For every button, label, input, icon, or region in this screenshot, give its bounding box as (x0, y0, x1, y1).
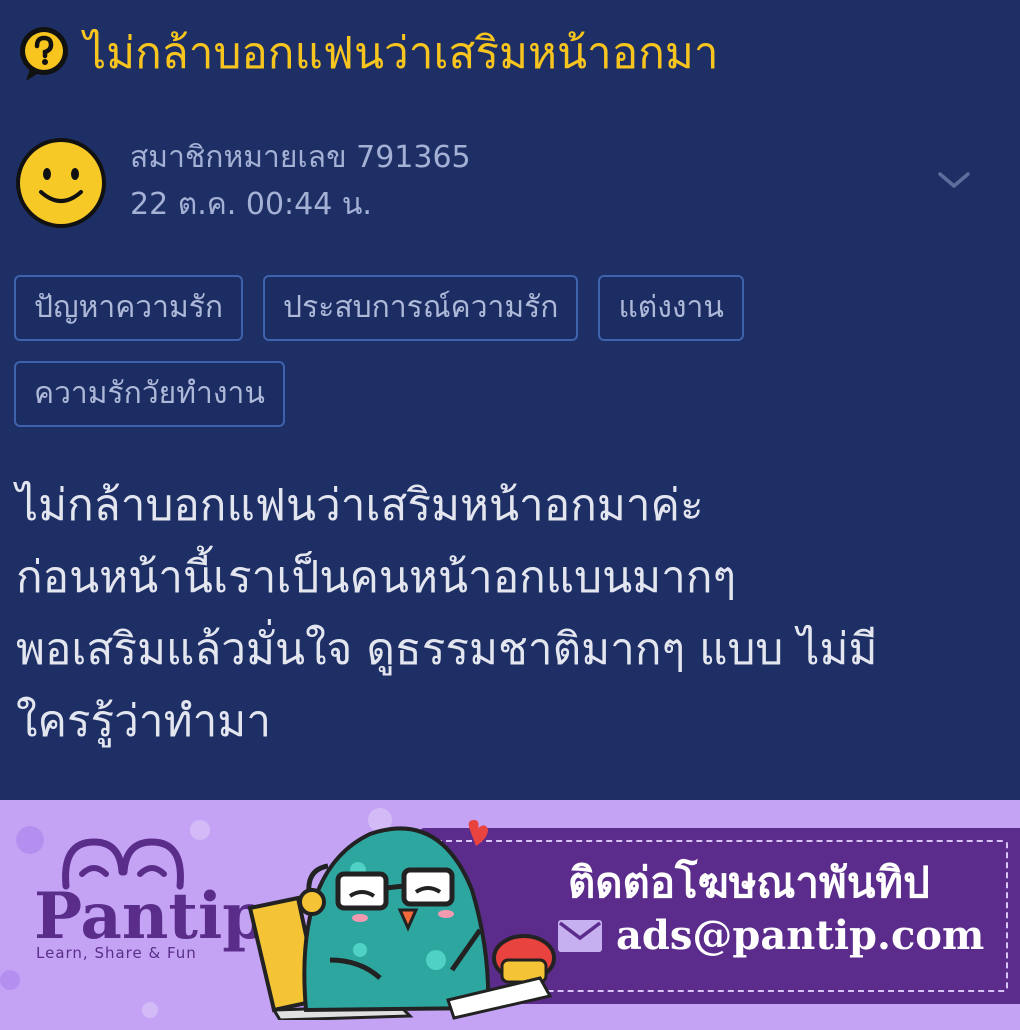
ad-email[interactable]: ads@pantip.com (616, 912, 984, 959)
tag-love-problems[interactable]: ปัญหาความรัก (14, 275, 244, 341)
pantip-logo-text: Pantip (34, 879, 268, 954)
author-name[interactable]: สมาชิกหมายเลข 791365 (130, 136, 471, 180)
pantip-logo-tagline: Learn, Share & Fun (36, 944, 197, 962)
tag-list: ปัญหาความรัก ประสบการณ์ความรัก แต่งงาน ค… (14, 275, 1004, 427)
author-row: สมาชิกหมายเลข 791365 22 ต.ค. 00:44 น. (14, 136, 1004, 230)
chevron-down-icon[interactable] (934, 164, 974, 194)
ad-contact-label: ติดต่อโฆษณาพันทิป (568, 858, 930, 907)
body-line: พอเสริมแล้วมั่นใจ ดูธรรมชาติมากๆ แบบ ไม่… (16, 624, 878, 675)
ad-email-row[interactable]: ads@pantip.com (556, 912, 984, 959)
post-timestamp: 22 ต.ค. 00:44 น. (130, 187, 372, 222)
body-line: ใครรู้ว่าทำมา (16, 696, 272, 747)
pantip-mascot (247, 820, 556, 1020)
question-icon (20, 27, 68, 81)
post-title: ไม่กล้าบอกแฟนว่าเสริมหน้าอกมา (84, 28, 719, 79)
post-header: ไม่กล้าบอกแฟนว่าเสริมหน้าอกมา (18, 24, 719, 84)
tag-love-experience[interactable]: ประสบการณ์ความรัก (263, 275, 579, 341)
smiley-avatar[interactable] (14, 136, 108, 230)
post-body: ไม่กล้าบอกแฟนว่าเสริมหน้าอกมาค่ะ ก่อนหน้… (16, 470, 1006, 758)
body-line: ก่อนหน้านี้เราเป็นคนหน้าอกแบนมากๆ (16, 552, 737, 603)
author-meta: สมาชิกหมายเลข 791365 22 ต.ค. 00:44 น. (130, 136, 471, 230)
tag-wedding[interactable]: แต่งงาน (598, 275, 744, 341)
mail-icon (558, 919, 602, 952)
tag-working-age-love[interactable]: ความรักวัยทำงาน (14, 361, 285, 427)
body-line: ไม่กล้าบอกแฟนว่าเสริมหน้าอกมาค่ะ (16, 480, 704, 531)
